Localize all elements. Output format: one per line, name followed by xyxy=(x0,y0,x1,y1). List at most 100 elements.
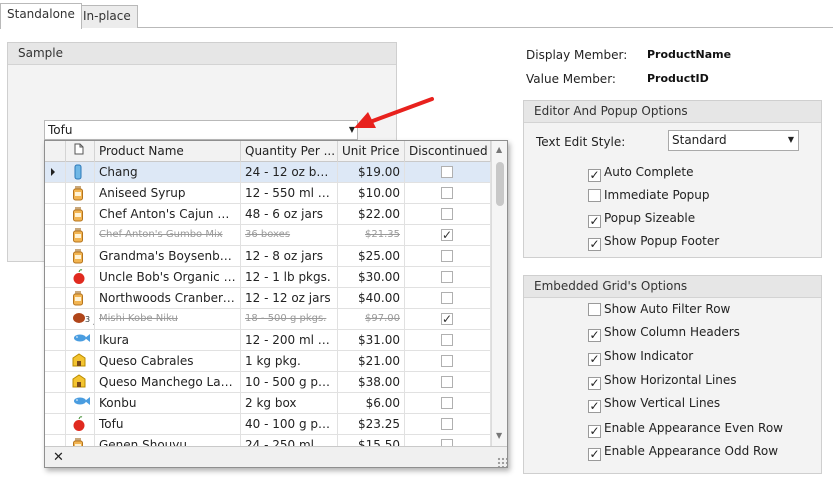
row-indicator xyxy=(45,162,66,182)
cell-quantity: 36 boxes xyxy=(241,225,338,245)
table-row[interactable]: Uncle Bob's Organic Dri... 12 - 1 lb pkgs… xyxy=(45,267,491,288)
vertical-scrollbar[interactable]: ▲ ▼ xyxy=(491,141,507,446)
discontinued-checkbox[interactable]: ✓ xyxy=(441,313,453,325)
row-indicator xyxy=(45,330,66,350)
column-header-product-name[interactable]: Product Name xyxy=(95,141,241,162)
row-indicator xyxy=(45,309,66,329)
checkbox-label: Auto Complete xyxy=(604,165,694,179)
tab-in-place[interactable]: In-place xyxy=(76,5,138,28)
checkbox-box[interactable]: ✓ xyxy=(588,329,601,342)
column-header-quantity[interactable]: Quantity Per ... xyxy=(241,141,338,162)
display-member-label: Display Member: xyxy=(526,48,628,62)
icon-column-header[interactable] xyxy=(66,141,95,162)
table-row[interactable]: 3 Mishi Kobe Niku 18 - 500 g pkgs. $97.00 ✓ xyxy=(45,309,491,330)
checkbox-popup-sizeable[interactable]: ✓ Popup Sizeable xyxy=(588,211,696,228)
cell-discontinued xyxy=(405,246,491,266)
checkbox-label: Show Vertical Lines xyxy=(604,396,721,410)
discontinued-checkbox[interactable] xyxy=(441,334,453,346)
table-row[interactable]: Chef Anton's Gumbo Mix 36 boxes $21.35 ✓ xyxy=(45,225,491,246)
cell-discontinued xyxy=(405,330,491,350)
value-member-value: ProductID xyxy=(647,72,709,85)
discontinued-checkbox[interactable] xyxy=(441,250,453,262)
table-row[interactable]: Chang 24 - 12 oz bot... $19.00 xyxy=(45,162,491,183)
scroll-up-icon[interactable]: ▲ xyxy=(496,145,502,154)
discontinued-checkbox[interactable] xyxy=(441,418,453,430)
discontinued-checkbox[interactable]: ✓ xyxy=(441,229,453,241)
checkbox-show-auto-filter-row[interactable]: Show Auto Filter Row xyxy=(588,302,730,318)
discontinued-checkbox[interactable] xyxy=(441,439,453,446)
table-row[interactable]: Grandma's Boysenberry... 12 - 8 oz jars $2… xyxy=(45,246,491,267)
table-row[interactable]: Genen Shouyu24 - 250 ml bot...$15.50 xyxy=(45,435,491,446)
cell-discontinued xyxy=(405,351,491,371)
checkbox-label: Popup Sizeable xyxy=(604,211,696,225)
cell-quantity: 1 kg pkg. xyxy=(241,351,338,371)
checkbox-show-popup-footer[interactable]: ✓ Show Popup Footer xyxy=(588,234,719,251)
indicator-header xyxy=(45,141,66,162)
resize-grip-icon[interactable] xyxy=(497,457,507,467)
discontinued-checkbox[interactable] xyxy=(441,166,453,178)
checkbox-box[interactable]: ✓ xyxy=(588,448,601,461)
cell-unit-price: $25.00 xyxy=(338,246,405,266)
scrollbar-thumb[interactable] xyxy=(496,162,504,206)
checkbox-show-horizontal-lines[interactable]: ✓ Show Horizontal Lines xyxy=(588,373,737,390)
cell-discontinued: ✓ xyxy=(405,309,491,329)
editor-options-title: Editor And Popup Options xyxy=(524,101,821,123)
checkbox-box[interactable]: ✓ xyxy=(588,353,601,366)
table-row[interactable]: Aniseed Syrup 12 - 550 ml b... $10.00 xyxy=(45,183,491,204)
row-indicator xyxy=(45,204,66,224)
close-icon[interactable]: ✕ xyxy=(53,450,64,465)
fish-icon xyxy=(66,393,95,413)
checkbox-box[interactable]: ✓ xyxy=(588,169,601,182)
tab-strip: Standalone In-place xyxy=(0,0,833,29)
checkbox-box[interactable]: ✓ xyxy=(588,215,601,228)
cell-product-name: Northwoods Cranberry ... xyxy=(95,288,241,308)
table-row[interactable]: Ikura 12 - 200 ml jars $31.00 xyxy=(45,330,491,351)
discontinued-checkbox[interactable] xyxy=(441,292,453,304)
svg-text:3: 3 xyxy=(85,315,90,324)
table-row[interactable]: Chef Anton's Cajun Se... 48 - 6 oz jars $2… xyxy=(45,204,491,225)
checkbox-box[interactable]: ✓ xyxy=(588,238,601,251)
tab-standalone[interactable]: Standalone xyxy=(0,3,82,29)
cell-discontinued xyxy=(405,288,491,308)
table-row[interactable]: Queso Cabrales 1 kg pkg. $21.00 xyxy=(45,351,491,372)
checkbox-box[interactable]: ✓ xyxy=(588,377,601,390)
table-row[interactable]: Tofu 40 - 100 g pkgs. $23.25 xyxy=(45,414,491,435)
checkbox-show-column-headers[interactable]: ✓ Show Column Headers xyxy=(588,325,740,342)
discontinued-checkbox[interactable] xyxy=(441,355,453,367)
checkbox-enable-appearance-odd-row[interactable]: ✓ Enable Appearance Odd Row xyxy=(588,444,778,461)
table-row[interactable]: Queso Manchego La Pa... 10 - 500 g pkgs. $… xyxy=(45,372,491,393)
discontinued-checkbox[interactable] xyxy=(441,208,453,220)
checkbox-auto-complete[interactable]: ✓ Auto Complete xyxy=(588,165,694,182)
checkbox-show-indicator[interactable]: ✓ Show Indicator xyxy=(588,349,693,366)
checkbox-box[interactable]: ✓ xyxy=(588,400,601,413)
checkbox-immediate-popup[interactable]: Immediate Popup xyxy=(588,188,710,204)
row-indicator xyxy=(45,351,66,371)
cell-unit-price: $21.35 xyxy=(338,225,405,245)
scroll-down-icon[interactable]: ▼ xyxy=(496,431,502,440)
column-header-unit-price[interactable]: Unit Price xyxy=(338,141,405,162)
product-combo[interactable]: Tofu ▼ xyxy=(44,120,358,140)
discontinued-checkbox[interactable] xyxy=(441,397,453,409)
chevron-down-icon[interactable]: ▼ xyxy=(788,135,794,144)
checkbox-enable-appearance-even-row[interactable]: ✓ Enable Appearance Even Row xyxy=(588,421,783,438)
current-row-indicator-icon xyxy=(51,168,55,176)
checkbox-box[interactable] xyxy=(588,189,601,202)
combo-value: Tofu xyxy=(48,123,73,137)
checkbox-box[interactable]: ✓ xyxy=(588,425,601,438)
discontinued-checkbox[interactable] xyxy=(441,187,453,199)
checkbox-show-vertical-lines[interactable]: ✓ Show Vertical Lines xyxy=(588,396,721,413)
discontinued-checkbox[interactable] xyxy=(441,376,453,388)
column-header-discontinued[interactable]: Discontinued xyxy=(405,141,491,162)
discontinued-checkbox[interactable] xyxy=(441,271,453,283)
text-edit-style-select[interactable]: Standard ▼ xyxy=(668,130,799,151)
checkbox-box[interactable] xyxy=(588,303,601,316)
table-row[interactable]: Northwoods Cranberry ... 12 - 12 oz jars $… xyxy=(45,288,491,309)
cell-product-name: Grandma's Boysenberry... xyxy=(95,246,241,266)
cell-quantity: 40 - 100 g pkgs. xyxy=(241,414,338,434)
cell-unit-price: $23.25 xyxy=(338,414,405,434)
red-arrow-icon xyxy=(354,97,434,128)
table-row[interactable]: Konbu 2 kg box $6.00 xyxy=(45,393,491,414)
cell-unit-price: $22.00 xyxy=(338,204,405,224)
text-edit-style-value: Standard xyxy=(672,133,727,147)
cell-quantity: 12 - 8 oz jars xyxy=(241,246,338,266)
